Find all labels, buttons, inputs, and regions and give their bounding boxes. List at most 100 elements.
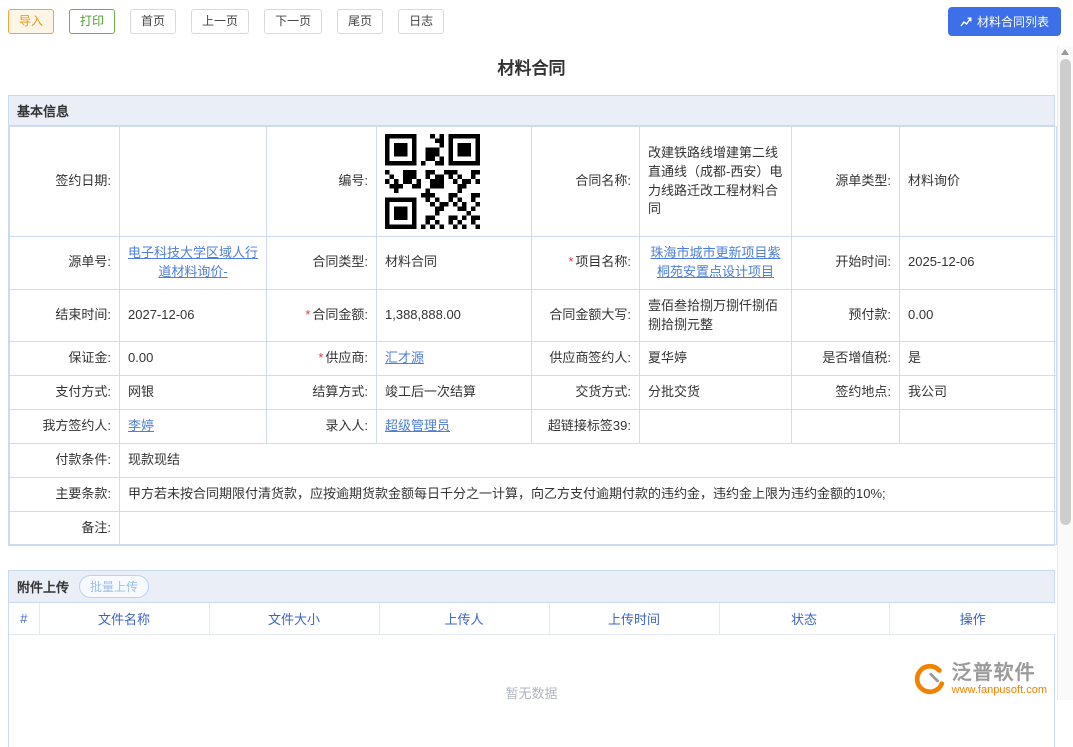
source-no-link[interactable]: 电子科技大学区域人行道材料询价-	[128, 245, 258, 279]
pay-terms-label: 付款条件:	[10, 443, 120, 477]
amount-caps-label: 合同金额大写:	[532, 289, 640, 342]
batch-upload-button[interactable]: 批量上传	[79, 575, 149, 598]
form-row: 主要条款: 甲方若未按合同期限付清货款，应按逾期货款金额每日千分之一计算，向乙方…	[10, 477, 1057, 511]
our-signer-label: 我方签约人:	[10, 410, 120, 444]
our-signer-value: 李婷	[120, 410, 267, 444]
form-row: 保证金: 0.00 *供应商: 汇才源 供应商签约人: 夏华婷 是否增值税: 是	[10, 342, 1057, 376]
form-row: 源单号: 电子科技大学区域人行道材料询价- 合同类型: 材料合同 *项目名称: …	[10, 237, 1057, 290]
supplier-signer-value: 夏华婷	[640, 342, 792, 376]
our-signer-link[interactable]: 李婷	[128, 418, 154, 433]
settle-method-label: 结算方式:	[267, 376, 377, 410]
form-row: 签约日期: 编号: 合同名称: 改建铁路线增建第二线直通线（成都-西安）电力线路…	[10, 127, 1057, 237]
attachments-table-header-row: # 文件名称 文件大小 上传人 上传时间 状态 操作	[9, 603, 1056, 635]
qr-code	[385, 134, 480, 229]
chart-arrow-icon	[960, 16, 972, 28]
sign-place-label: 签约地点:	[792, 376, 900, 410]
supplier-label-text: 供应商:	[325, 350, 368, 365]
attachments-section-title: 附件上传	[17, 577, 69, 596]
project-name-label: *项目名称:	[532, 237, 640, 290]
start-time-label: 开始时间:	[792, 237, 900, 290]
log-button[interactable]: 日志	[398, 9, 444, 33]
supplier-label: *供应商:	[267, 342, 377, 376]
sign-date-value	[120, 127, 267, 237]
amount-caps-value: 壹佰叁拾捌万捌仟捌佰捌拾捌元整	[640, 289, 792, 342]
project-name-value: 珠海市城市更新项目紫桐苑安置点设计项目	[640, 237, 792, 290]
vat-label: 是否增值税:	[792, 342, 900, 376]
scrollbar-thumb[interactable]	[1060, 59, 1071, 525]
hyperlink39-value	[640, 410, 792, 444]
next-page-button[interactable]: 下一页	[264, 9, 322, 33]
col-header-upload-time: 上传时间	[549, 603, 719, 635]
pay-method-label: 支付方式:	[10, 376, 120, 410]
fanpu-logo-icon	[912, 662, 946, 696]
number-value	[377, 127, 532, 237]
col-header-uploader: 上传人	[379, 603, 549, 635]
amount-value: 1,388,888.00	[377, 289, 532, 342]
vat-value: 是	[900, 342, 1057, 376]
entry-person-value: 超级管理员	[377, 410, 532, 444]
sign-date-label: 签约日期:	[10, 127, 120, 237]
col-header-file-name: 文件名称	[39, 603, 209, 635]
attachments-section: 附件上传 批量上传 # 文件名称 文件大小 上传人 上传时间 状态 操作	[8, 570, 1055, 747]
required-marker: *	[318, 350, 323, 365]
source-type-value: 材料询价	[900, 127, 1057, 237]
delivery-value: 分批交货	[640, 376, 792, 410]
scroll-up-arrow-icon[interactable]	[1061, 49, 1069, 55]
deposit-value: 0.00	[120, 342, 267, 376]
form-row: 结束时间: 2027-12-06 *合同金额: 1,388,888.00 合同金…	[10, 289, 1057, 342]
project-name-label-text: 项目名称:	[575, 254, 631, 269]
hyperlink39-label: 超链接标签39:	[532, 410, 640, 444]
page-title: 材料合同	[8, 54, 1055, 79]
entry-person-link[interactable]: 超级管理员	[385, 418, 450, 433]
vendor-brand: 泛普软件 www.fanpusoft.com	[912, 662, 1047, 696]
source-type-label: 源单类型:	[792, 127, 900, 237]
no-data-text: 暂无数据	[9, 635, 1054, 702]
basic-info-table: 签约日期: 编号: 合同名称: 改建铁路线增建第二线直通线（成都-西安）电力线路…	[9, 126, 1057, 545]
pay-method-value: 网银	[120, 376, 267, 410]
contract-list-button[interactable]: 材料合同列表	[948, 7, 1061, 36]
basic-info-section: 基本信息 签约日期: 编号: 合同名称: 改建铁路线增建第二线直通线（成都-西安…	[8, 95, 1055, 546]
supplier-link[interactable]: 汇才源	[385, 350, 424, 365]
contract-name-value: 改建铁路线增建第二线直通线（成都-西安）电力线路迁改工程材料合同	[640, 127, 792, 237]
vertical-scrollbar[interactable]	[1057, 46, 1073, 700]
deposit-label: 保证金:	[10, 342, 120, 376]
col-header-index: #	[9, 603, 39, 635]
form-row: 我方签约人: 李婷 录入人: 超级管理员 超链接标签39:	[10, 410, 1057, 444]
amount-label-text: 合同金额:	[312, 307, 368, 322]
end-time-label: 结束时间:	[10, 289, 120, 342]
first-page-button[interactable]: 首页	[130, 9, 176, 33]
attachments-table: # 文件名称 文件大小 上传人 上传时间 状态 操作	[9, 603, 1056, 635]
prev-page-button[interactable]: 上一页	[191, 9, 249, 33]
form-row: 支付方式: 网银 结算方式: 竣工后一次结算 交货方式: 分批交货 签约地点: …	[10, 376, 1057, 410]
required-marker: *	[568, 254, 573, 269]
vendor-brand-text: 泛普软件 www.fanpusoft.com	[952, 662, 1047, 696]
contract-type-label: 合同类型:	[267, 237, 377, 290]
source-no-value: 电子科技大学区域人行道材料询价-	[120, 237, 267, 290]
end-time-value: 2027-12-06	[120, 289, 267, 342]
last-page-button[interactable]: 尾页	[337, 9, 383, 33]
toolbar: 导入 打印 首页 上一页 下一页 尾页 日志 材料合同列表	[0, 0, 1073, 42]
empty-cell	[792, 410, 900, 444]
contract-list-button-label: 材料合同列表	[977, 13, 1049, 30]
amount-label: *合同金额:	[267, 289, 377, 342]
remark-value	[120, 511, 1057, 545]
print-button[interactable]: 打印	[69, 9, 115, 33]
project-name-link[interactable]: 珠海市城市更新项目紫桐苑安置点设计项目	[650, 245, 780, 279]
vendor-brand-name: 泛普软件	[952, 662, 1047, 684]
start-time-value: 2025-12-06	[900, 237, 1057, 290]
supplier-signer-label: 供应商签约人:	[532, 342, 640, 376]
basic-info-section-title: 基本信息	[9, 96, 1054, 126]
source-no-label: 源单号:	[10, 237, 120, 290]
contract-name-label: 合同名称:	[532, 127, 640, 237]
remark-label: 备注:	[10, 511, 120, 545]
advance-value: 0.00	[900, 289, 1057, 342]
import-button[interactable]: 导入	[8, 9, 54, 33]
advance-label: 预付款:	[792, 289, 900, 342]
delivery-label: 交货方式:	[532, 376, 640, 410]
form-row: 付款条件: 现款现结	[10, 443, 1057, 477]
entry-person-label: 录入人:	[267, 410, 377, 444]
supplier-value: 汇才源	[377, 342, 532, 376]
number-label: 编号:	[267, 127, 377, 237]
attachments-empty-area: 暂无数据	[9, 635, 1054, 747]
empty-cell	[900, 410, 1057, 444]
